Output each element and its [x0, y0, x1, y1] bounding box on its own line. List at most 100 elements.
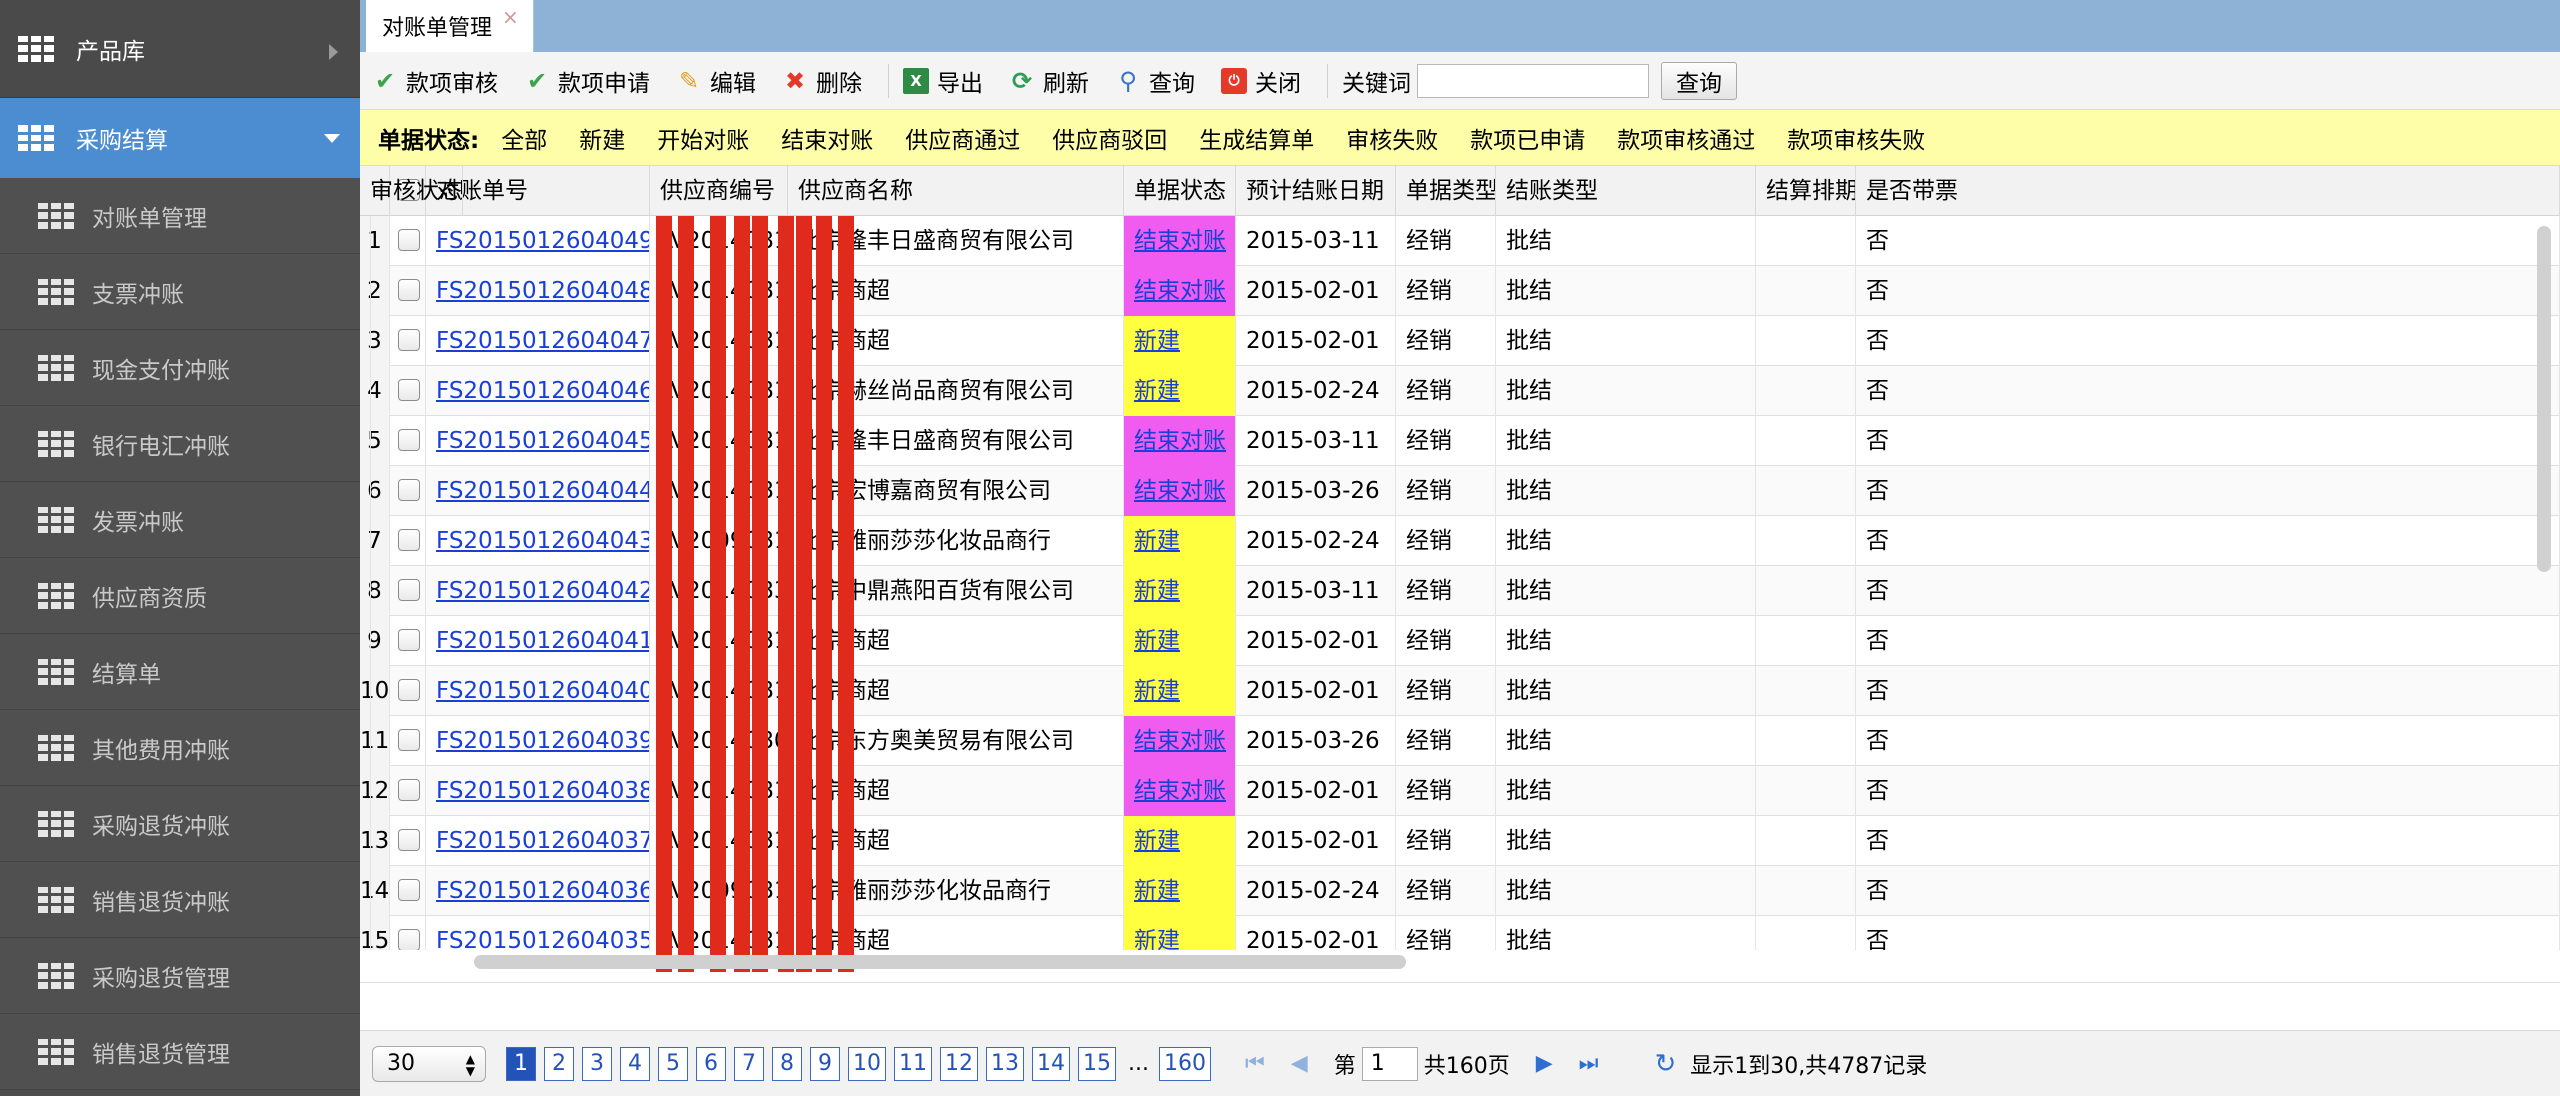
sidebar-item[interactable]: 销售退货管理: [0, 1014, 360, 1090]
status-filter-option[interactable]: 供应商通过: [905, 121, 1020, 155]
query-button[interactable]: ⚲ 查询: [1115, 64, 1195, 98]
status-filter-option[interactable]: 供应商驳回: [1052, 121, 1167, 155]
status-filter-option[interactable]: 开始对账: [657, 121, 749, 155]
row-checkbox[interactable]: [398, 778, 420, 801]
status-link[interactable]: 新建: [1134, 928, 1180, 950]
payment-audit-button[interactable]: ✔ 款项审核: [372, 64, 498, 98]
page-number[interactable]: 1: [506, 1046, 536, 1081]
export-button[interactable]: X 导出: [903, 64, 983, 98]
row-checkbox[interactable]: [398, 828, 420, 851]
status-link[interactable]: 新建: [1134, 628, 1180, 654]
page-number[interactable]: 11: [894, 1046, 932, 1081]
status-link[interactable]: 结束对账: [1134, 778, 1226, 804]
statement-number-link[interactable]: FS2015012604044: [436, 478, 649, 504]
statement-number-link[interactable]: FS2015012604038: [436, 778, 649, 804]
page-number[interactable]: 12: [940, 1046, 978, 1081]
statement-number-link[interactable]: FS2015012604036: [436, 878, 649, 904]
column-header[interactable]: 审核状态: [360, 166, 463, 216]
statement-number-link[interactable]: FS2015012604041: [436, 628, 649, 654]
statement-number-link[interactable]: FS2015012604037: [436, 828, 649, 854]
statement-number-link[interactable]: FS2015012604042: [436, 578, 649, 604]
sidebar-item[interactable]: 采购退货管理: [0, 938, 360, 1014]
status-link[interactable]: 结束对账: [1134, 728, 1226, 754]
page-number[interactable]: 9: [810, 1046, 840, 1081]
page-number[interactable]: 14: [1032, 1046, 1070, 1081]
column-header[interactable]: 是否带票: [1856, 166, 2560, 216]
column-header[interactable]: 预计结账日期: [1236, 166, 1396, 216]
sidebar-item[interactable]: 支票冲账: [0, 254, 360, 330]
page-number[interactable]: 2: [544, 1046, 574, 1081]
status-link[interactable]: 结束对账: [1134, 428, 1226, 454]
sidebar-item[interactable]: 发票冲账: [0, 482, 360, 558]
close-icon[interactable]: ×: [502, 5, 519, 29]
column-header[interactable]: 结账类型: [1496, 166, 1756, 216]
row-checkbox[interactable]: [398, 428, 420, 451]
row-checkbox[interactable]: [398, 578, 420, 601]
delete-button[interactable]: ✖ 删除: [782, 64, 862, 98]
prev-page-icon[interactable]: ◀: [1291, 1051, 1308, 1076]
page-number[interactable]: 4: [620, 1046, 650, 1081]
sidebar-item[interactable]: 供应商资质: [0, 558, 360, 634]
statement-number-link[interactable]: FS2015012604035: [436, 928, 649, 950]
row-checkbox[interactable]: [398, 928, 420, 950]
status-filter-option[interactable]: 款项已申请: [1470, 121, 1585, 155]
statement-number-link[interactable]: FS2015012604043: [436, 528, 649, 554]
keyword-input[interactable]: [1417, 63, 1649, 98]
status-filter-option[interactable]: 生成结算单: [1199, 121, 1314, 155]
statement-number-link[interactable]: FS2015012604046: [436, 378, 649, 404]
row-checkbox[interactable]: [398, 328, 420, 351]
page-last-number[interactable]: 160: [1158, 1046, 1211, 1081]
status-link[interactable]: 新建: [1134, 378, 1180, 404]
row-checkbox[interactable]: [398, 878, 420, 901]
page-number[interactable]: 3: [582, 1046, 612, 1081]
row-checkbox[interactable]: [398, 378, 420, 401]
status-link[interactable]: 新建: [1134, 578, 1180, 604]
pager-refresh-icon[interactable]: ↻: [1654, 1049, 1676, 1079]
edit-button[interactable]: ✎ 编辑: [676, 64, 756, 98]
sidebar-item[interactable]: 结算单: [0, 634, 360, 710]
page-number[interactable]: 6: [696, 1046, 726, 1081]
row-checkbox[interactable]: [398, 478, 420, 501]
column-header[interactable]: 供应商编号: [650, 166, 788, 216]
row-checkbox[interactable]: [398, 728, 420, 751]
statement-number-link[interactable]: FS2015012604047: [436, 328, 649, 354]
column-header[interactable]: 供应商名称: [788, 166, 1124, 216]
statement-number-link[interactable]: FS2015012604040: [436, 678, 649, 704]
payment-apply-button[interactable]: ✔ 款项申请: [524, 64, 650, 98]
row-checkbox[interactable]: [398, 528, 420, 551]
sidebar-item[interactable]: 其他费用冲账: [0, 710, 360, 786]
refresh-button[interactable]: ⟳ 刷新: [1009, 64, 1089, 98]
status-filter-option[interactable]: 结束对账: [781, 121, 873, 155]
status-filter-option[interactable]: 款项审核通过: [1617, 121, 1755, 155]
status-link[interactable]: 新建: [1134, 878, 1180, 904]
status-link[interactable]: 新建: [1134, 328, 1180, 354]
page-number[interactable]: 8: [772, 1046, 802, 1081]
page-number[interactable]: 10: [848, 1046, 886, 1081]
sidebar-group-purchase-settlement[interactable]: 采购结算: [0, 98, 360, 178]
status-filter-option[interactable]: 全部: [501, 121, 547, 155]
sidebar-item[interactable]: 销售退货冲账: [0, 862, 360, 938]
statement-number-link[interactable]: FS2015012604045: [436, 428, 649, 454]
page-size-select[interactable]: 30 ▲ ▼: [372, 1045, 486, 1082]
keyword-search-button[interactable]: 查询: [1661, 61, 1737, 100]
status-filter-option[interactable]: 审核失败: [1346, 121, 1438, 155]
close-button[interactable]: ⏻ 关闭: [1221, 64, 1301, 98]
page-number[interactable]: 7: [734, 1046, 764, 1081]
status-link[interactable]: 结束对账: [1134, 478, 1226, 504]
statement-number-link[interactable]: FS2015012604049: [436, 228, 649, 254]
tab-statement-management[interactable]: 对账单管理 ×: [366, 0, 534, 52]
sidebar-item[interactable]: 现金支付冲账: [0, 330, 360, 406]
row-checkbox[interactable]: [398, 678, 420, 701]
statement-number-link[interactable]: FS2015012604048: [436, 278, 649, 304]
current-page-input[interactable]: 1: [1361, 1046, 1418, 1081]
sidebar-item[interactable]: 采购退货冲账: [0, 786, 360, 862]
page-number[interactable]: 15: [1078, 1046, 1116, 1081]
sidebar-group-product-library[interactable]: 产品库: [0, 0, 360, 98]
page-number[interactable]: 5: [658, 1046, 688, 1081]
row-checkbox[interactable]: [398, 228, 420, 251]
column-header[interactable]: 结算排期日期: [1756, 166, 1856, 216]
next-page-icon[interactable]: ▶: [1536, 1051, 1553, 1076]
status-link[interactable]: 新建: [1134, 678, 1180, 704]
column-header[interactable]: 单据状态: [1124, 166, 1236, 216]
last-page-icon[interactable]: ⏭: [1579, 1051, 1599, 1076]
